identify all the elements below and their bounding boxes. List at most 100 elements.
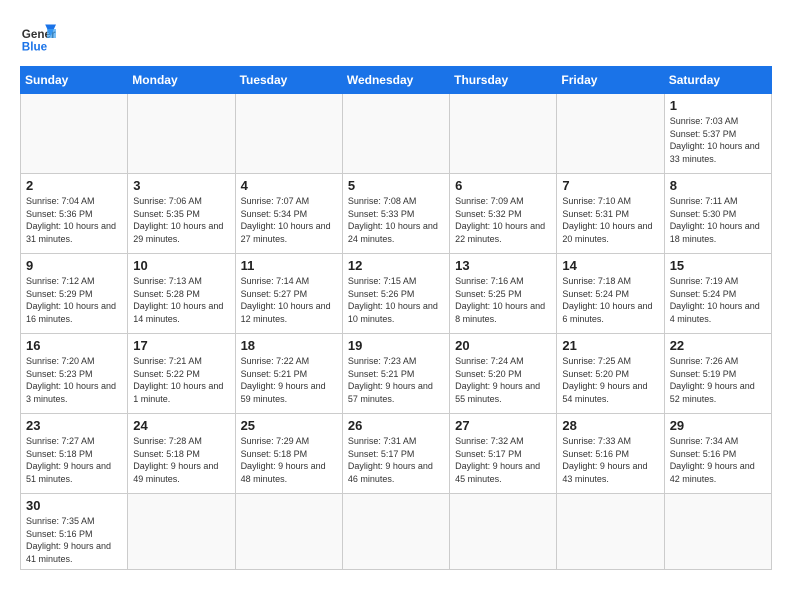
cell-info: Sunrise: 7:31 AM Sunset: 5:17 PM Dayligh… <box>348 435 444 485</box>
logo: General Blue <box>20 20 62 56</box>
calendar-cell: 16 Sunrise: 7:20 AM Sunset: 5:23 PM Dayli… <box>21 334 128 414</box>
logo-icon: General Blue <box>20 20 56 56</box>
day-number: 22 <box>670 338 766 353</box>
day-number: 27 <box>455 418 551 433</box>
day-number: 18 <box>241 338 337 353</box>
calendar-cell <box>450 494 557 570</box>
calendar-cell: 20Sunrise: 7:24 AM Sunset: 5:20 PM Dayli… <box>450 334 557 414</box>
week-row-1: 1 Sunrise: 7:03 AM Sunset: 5:37 PM Daylig… <box>21 94 772 174</box>
cell-info: Sunrise: 7:08 AM Sunset: 5:33 PM Dayligh… <box>348 195 444 245</box>
calendar-cell: 24 Sunrise: 7:28 AM Sunset: 5:18 PM Dayli… <box>128 414 235 494</box>
calendar-cell: 18Sunrise: 7:22 AM Sunset: 5:21 PM Dayli… <box>235 334 342 414</box>
cell-info: Sunrise: 7:19 AM Sunset: 5:24 PM Dayligh… <box>670 275 766 325</box>
week-row-2: 2 Sunrise: 7:04 AM Sunset: 5:36 PM Daylig… <box>21 174 772 254</box>
calendar-cell <box>235 94 342 174</box>
day-number: 23 <box>26 418 122 433</box>
day-number: 8 <box>670 178 766 193</box>
day-number: 10 <box>133 258 229 273</box>
cell-info: Sunrise: 7:10 AM Sunset: 5:31 PM Dayligh… <box>562 195 658 245</box>
calendar-cell <box>235 494 342 570</box>
calendar-cell: 17 Sunrise: 7:21 AM Sunset: 5:22 PM Dayli… <box>128 334 235 414</box>
day-number: 29 <box>670 418 766 433</box>
cell-info: Sunrise: 7:24 AM Sunset: 5:20 PM Dayligh… <box>455 355 551 405</box>
cell-info: Sunrise: 7:07 AM Sunset: 5:34 PM Dayligh… <box>241 195 337 245</box>
calendar-cell: 4Sunrise: 7:07 AM Sunset: 5:34 PM Daylig… <box>235 174 342 254</box>
header-monday: Monday <box>128 67 235 94</box>
header-saturday: Saturday <box>664 67 771 94</box>
cell-info: Sunrise: 7:23 AM Sunset: 5:21 PM Dayligh… <box>348 355 444 405</box>
week-row-5: 23 Sunrise: 7:27 AM Sunset: 5:18 PM Dayli… <box>21 414 772 494</box>
calendar-cell: 13 Sunrise: 7:16 AM Sunset: 5:25 PM Dayli… <box>450 254 557 334</box>
calendar-cell: 3 Sunrise: 7:06 AM Sunset: 5:35 PM Daylig… <box>128 174 235 254</box>
day-number: 19 <box>348 338 444 353</box>
day-number: 12 <box>348 258 444 273</box>
header-tuesday: Tuesday <box>235 67 342 94</box>
calendar-cell <box>128 494 235 570</box>
week-row-3: 9Sunrise: 7:12 AM Sunset: 5:29 PM Daylig… <box>21 254 772 334</box>
cell-info: Sunrise: 7:04 AM Sunset: 5:36 PM Dayligh… <box>26 195 122 245</box>
day-number: 6 <box>455 178 551 193</box>
day-number: 3 <box>133 178 229 193</box>
calendar-cell: 23 Sunrise: 7:27 AM Sunset: 5:18 PM Dayli… <box>21 414 128 494</box>
day-number: 7 <box>562 178 658 193</box>
header-wednesday: Wednesday <box>342 67 449 94</box>
cell-info: Sunrise: 7:27 AM Sunset: 5:18 PM Dayligh… <box>26 435 122 485</box>
day-number: 26 <box>348 418 444 433</box>
calendar-cell: 28 Sunrise: 7:33 AM Sunset: 5:16 PM Dayli… <box>557 414 664 494</box>
day-number: 15 <box>670 258 766 273</box>
day-number: 16 <box>26 338 122 353</box>
svg-text:Blue: Blue <box>22 41 48 54</box>
calendar-cell: 22 Sunrise: 7:26 AM Sunset: 5:19 PM Dayli… <box>664 334 771 414</box>
cell-info: Sunrise: 7:13 AM Sunset: 5:28 PM Dayligh… <box>133 275 229 325</box>
calendar-cell: 12 Sunrise: 7:15 AM Sunset: 5:26 PM Dayli… <box>342 254 449 334</box>
day-number: 1 <box>670 98 766 113</box>
page-header: General Blue <box>20 20 772 56</box>
day-number: 2 <box>26 178 122 193</box>
calendar-cell <box>342 94 449 174</box>
calendar-cell: 5Sunrise: 7:08 AM Sunset: 5:33 PM Daylig… <box>342 174 449 254</box>
cell-info: Sunrise: 7:16 AM Sunset: 5:25 PM Dayligh… <box>455 275 551 325</box>
cell-info: Sunrise: 7:15 AM Sunset: 5:26 PM Dayligh… <box>348 275 444 325</box>
day-number: 17 <box>133 338 229 353</box>
cell-info: Sunrise: 7:14 AM Sunset: 5:27 PM Dayligh… <box>241 275 337 325</box>
cell-info: Sunrise: 7:33 AM Sunset: 5:16 PM Dayligh… <box>562 435 658 485</box>
calendar-cell <box>450 94 557 174</box>
header-sunday: Sunday <box>21 67 128 94</box>
calendar-cell: 21 Sunrise: 7:25 AM Sunset: 5:20 PM Dayli… <box>557 334 664 414</box>
calendar-cell: 6Sunrise: 7:09 AM Sunset: 5:32 PM Daylig… <box>450 174 557 254</box>
day-number: 28 <box>562 418 658 433</box>
cell-info: Sunrise: 7:26 AM Sunset: 5:19 PM Dayligh… <box>670 355 766 405</box>
calendar-cell: 1 Sunrise: 7:03 AM Sunset: 5:37 PM Daylig… <box>664 94 771 174</box>
header-thursday: Thursday <box>450 67 557 94</box>
day-number: 30 <box>26 498 122 513</box>
calendar-cell <box>128 94 235 174</box>
cell-info: Sunrise: 7:20 AM Sunset: 5:23 PM Dayligh… <box>26 355 122 405</box>
calendar-cell: 27 Sunrise: 7:32 AM Sunset: 5:17 PM Dayli… <box>450 414 557 494</box>
cell-info: Sunrise: 7:21 AM Sunset: 5:22 PM Dayligh… <box>133 355 229 405</box>
cell-info: Sunrise: 7:34 AM Sunset: 5:16 PM Dayligh… <box>670 435 766 485</box>
calendar-cell <box>557 494 664 570</box>
week-row-6: 30Sunrise: 7:35 AM Sunset: 5:16 PM Dayli… <box>21 494 772 570</box>
cell-info: Sunrise: 7:28 AM Sunset: 5:18 PM Dayligh… <box>133 435 229 485</box>
cell-info: Sunrise: 7:25 AM Sunset: 5:20 PM Dayligh… <box>562 355 658 405</box>
calendar-cell <box>21 94 128 174</box>
header-friday: Friday <box>557 67 664 94</box>
day-number: 11 <box>241 258 337 273</box>
calendar-cell: 26 Sunrise: 7:31 AM Sunset: 5:17 PM Dayli… <box>342 414 449 494</box>
calendar-cell: 14Sunrise: 7:18 AM Sunset: 5:24 PM Dayli… <box>557 254 664 334</box>
cell-info: Sunrise: 7:32 AM Sunset: 5:17 PM Dayligh… <box>455 435 551 485</box>
cell-info: Sunrise: 7:03 AM Sunset: 5:37 PM Dayligh… <box>670 115 766 165</box>
week-row-4: 16 Sunrise: 7:20 AM Sunset: 5:23 PM Dayli… <box>21 334 772 414</box>
calendar-header: SundayMondayTuesdayWednesdayThursdayFrid… <box>21 67 772 94</box>
day-number: 21 <box>562 338 658 353</box>
calendar-cell <box>557 94 664 174</box>
calendar-cell: 2 Sunrise: 7:04 AM Sunset: 5:36 PM Daylig… <box>21 174 128 254</box>
calendar-cell: 19 Sunrise: 7:23 AM Sunset: 5:21 PM Dayli… <box>342 334 449 414</box>
day-number: 24 <box>133 418 229 433</box>
calendar-table: SundayMondayTuesdayWednesdayThursdayFrid… <box>20 66 772 570</box>
cell-info: Sunrise: 7:06 AM Sunset: 5:35 PM Dayligh… <box>133 195 229 245</box>
day-number: 9 <box>26 258 122 273</box>
day-number: 13 <box>455 258 551 273</box>
cell-info: Sunrise: 7:29 AM Sunset: 5:18 PM Dayligh… <box>241 435 337 485</box>
cell-info: Sunrise: 7:11 AM Sunset: 5:30 PM Dayligh… <box>670 195 766 245</box>
